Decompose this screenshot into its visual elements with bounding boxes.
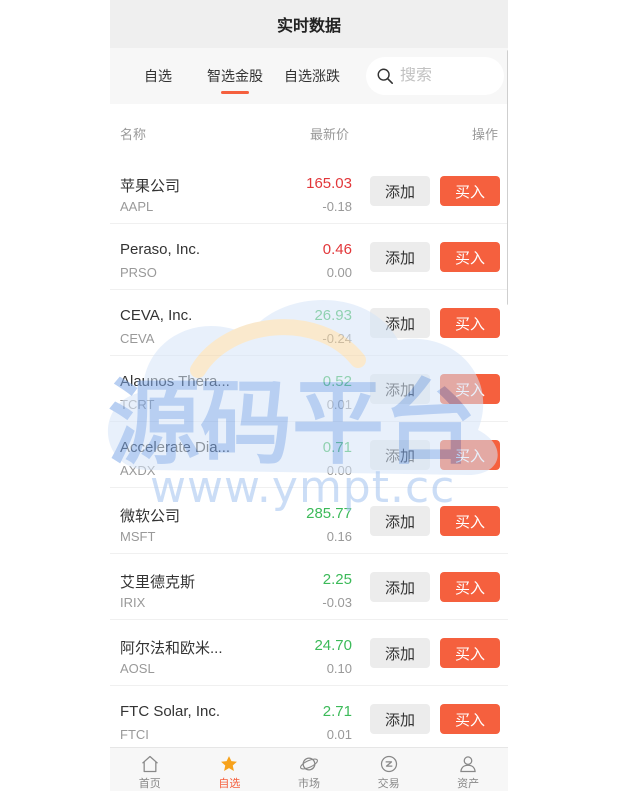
stock-price: 26.93 — [314, 307, 352, 324]
stock-list: 苹果公司 AAPL 165.03 -0.18 添加 买入 Peraso, Inc. PRSO 0… — [110, 158, 508, 752]
add-button[interactable]: 添加 — [370, 176, 430, 206]
search-box[interactable] — [366, 57, 504, 95]
stock-change: -0.24 — [322, 331, 352, 346]
user-icon — [460, 756, 476, 773]
stock-name: Accelerate Dia... — [120, 439, 231, 456]
buy-button[interactable]: 买入 — [440, 242, 500, 272]
stock-row[interactable]: CEVA, Inc. CEVA 26.93 -0.24 添加 买入 — [110, 290, 508, 356]
buy-button[interactable]: 买入 — [440, 638, 500, 668]
nav-label: 首页 — [138, 778, 161, 790]
home-icon — [141, 755, 158, 773]
add-button[interactable]: 添加 — [370, 242, 430, 272]
stock-name: 阿尔法和欧米... — [120, 640, 223, 657]
list-header: 名称 最新价 操作 — [110, 104, 508, 158]
stock-name: Peraso, Inc. — [120, 241, 201, 258]
add-button[interactable]: 添加 — [370, 704, 430, 734]
nav-label: 自选 — [218, 778, 241, 790]
app-screen: 实时数据 自选 智选金股 自选涨跌 名称 最新价 操作 苹果公司 AAPL 165.… — [110, 0, 508, 791]
tab-smart-picks[interactable]: 智选金股 — [207, 48, 263, 104]
stock-code: TCRT — [120, 397, 155, 412]
nav-trade[interactable]: 交易 — [349, 748, 429, 791]
bottom-nav: 首页 自选 市场 交易 资产 — [110, 747, 508, 791]
stock-change: 0.00 — [326, 265, 352, 280]
stock-code: MSFT — [120, 529, 156, 544]
add-button[interactable]: 添加 — [370, 506, 430, 536]
stock-row[interactable]: FTC Solar, Inc. FTCI 2.71 0.01 添加 买入 — [110, 686, 508, 752]
nav-home[interactable]: 首页 — [110, 748, 190, 791]
stock-row[interactable]: Accelerate Dia... AXDX 0.71 0.00 添加 买入 — [110, 422, 508, 488]
stock-change: 0.16 — [326, 529, 352, 544]
tab-watchlist-movers[interactable]: 自选涨跌 — [284, 48, 340, 104]
stock-change: -0.18 — [322, 199, 352, 214]
buy-button[interactable]: 买入 — [440, 308, 500, 338]
stock-price: 0.46 — [322, 241, 352, 258]
stock-price: 24.70 — [314, 637, 352, 654]
stock-code: CEVA — [120, 331, 155, 346]
search-icon — [377, 68, 394, 85]
stock-price: 0.52 — [322, 373, 352, 390]
search-input[interactable] — [400, 67, 500, 85]
stock-row[interactable]: Alaunos Thera... TCRT 0.52 0.01 添加 买入 — [110, 356, 508, 422]
nav-assets[interactable]: 资产 — [428, 748, 508, 791]
buy-button[interactable]: 买入 — [440, 176, 500, 206]
buy-button[interactable]: 买入 — [440, 374, 500, 404]
stock-code: AAPL — [120, 199, 154, 214]
add-button[interactable]: 添加 — [370, 638, 430, 668]
stock-change: 0.10 — [326, 661, 352, 676]
column-name: 名称 — [120, 127, 147, 142]
stock-row[interactable]: 阿尔法和欧米... AOSL 24.70 0.10 添加 买入 — [110, 620, 508, 686]
star-icon — [221, 756, 238, 771]
page-title: 实时数据 — [276, 18, 341, 35]
stock-price: 285.77 — [306, 505, 352, 522]
buy-button[interactable]: 买入 — [440, 440, 500, 470]
add-button[interactable]: 添加 — [370, 308, 430, 338]
stock-row[interactable]: 微软公司 MSFT 285.77 0.16 添加 买入 — [110, 488, 508, 554]
stock-code: AXDX — [120, 463, 156, 478]
stock-price: 0.71 — [322, 439, 352, 456]
scrollbar[interactable] — [507, 50, 508, 305]
stock-name: CEVA, Inc. — [120, 307, 193, 324]
stock-change: 0.01 — [326, 397, 352, 412]
stock-change: -0.03 — [322, 595, 352, 610]
planet-icon — [300, 757, 318, 771]
buy-button[interactable]: 买入 — [440, 506, 500, 536]
nav-label: 资产 — [457, 778, 480, 790]
stock-row[interactable]: Peraso, Inc. PRSO 0.46 0.00 添加 买入 — [110, 224, 508, 290]
exchange-icon — [380, 755, 397, 773]
stock-row[interactable]: 苹果公司 AAPL 165.03 -0.18 添加 买入 — [110, 158, 508, 224]
nav-label: 市场 — [297, 778, 320, 790]
stock-name: FTC Solar, Inc. — [120, 703, 221, 720]
tab-watchlist[interactable]: 自选 — [144, 48, 172, 104]
stock-name: 苹果公司 — [120, 178, 181, 195]
stock-price: 2.71 — [322, 703, 352, 720]
stock-row[interactable]: 艾里德克斯 IRIX 2.25 -0.03 添加 买入 — [110, 554, 508, 620]
stock-change: 0.01 — [326, 727, 352, 742]
tab-bar: 自选 智选金股 自选涨跌 — [110, 48, 508, 104]
add-button[interactable]: 添加 — [370, 572, 430, 602]
stock-name: 艾里德克斯 — [120, 574, 196, 591]
title-bar: 实时数据 — [110, 0, 508, 48]
buy-button[interactable]: 买入 — [440, 704, 500, 734]
stock-price: 165.03 — [306, 175, 352, 192]
stock-name: 微软公司 — [120, 508, 181, 525]
nav-label: 交易 — [377, 778, 400, 790]
add-button[interactable]: 添加 — [370, 440, 430, 470]
nav-watchlist[interactable]: 自选 — [190, 748, 270, 791]
column-price: 最新价 — [310, 127, 350, 142]
stock-price: 2.25 — [322, 571, 352, 588]
nav-market[interactable]: 市场 — [269, 748, 349, 791]
stock-code: IRIX — [120, 595, 146, 610]
stock-code: FTCI — [120, 727, 149, 742]
buy-button[interactable]: 买入 — [440, 572, 500, 602]
column-action: 操作 — [472, 127, 499, 142]
stock-code: PRSO — [120, 265, 157, 280]
add-button[interactable]: 添加 — [370, 374, 430, 404]
stock-change: 0.00 — [326, 463, 352, 478]
stock-name: Alaunos Thera... — [120, 373, 230, 390]
stock-code: AOSL — [120, 661, 155, 676]
